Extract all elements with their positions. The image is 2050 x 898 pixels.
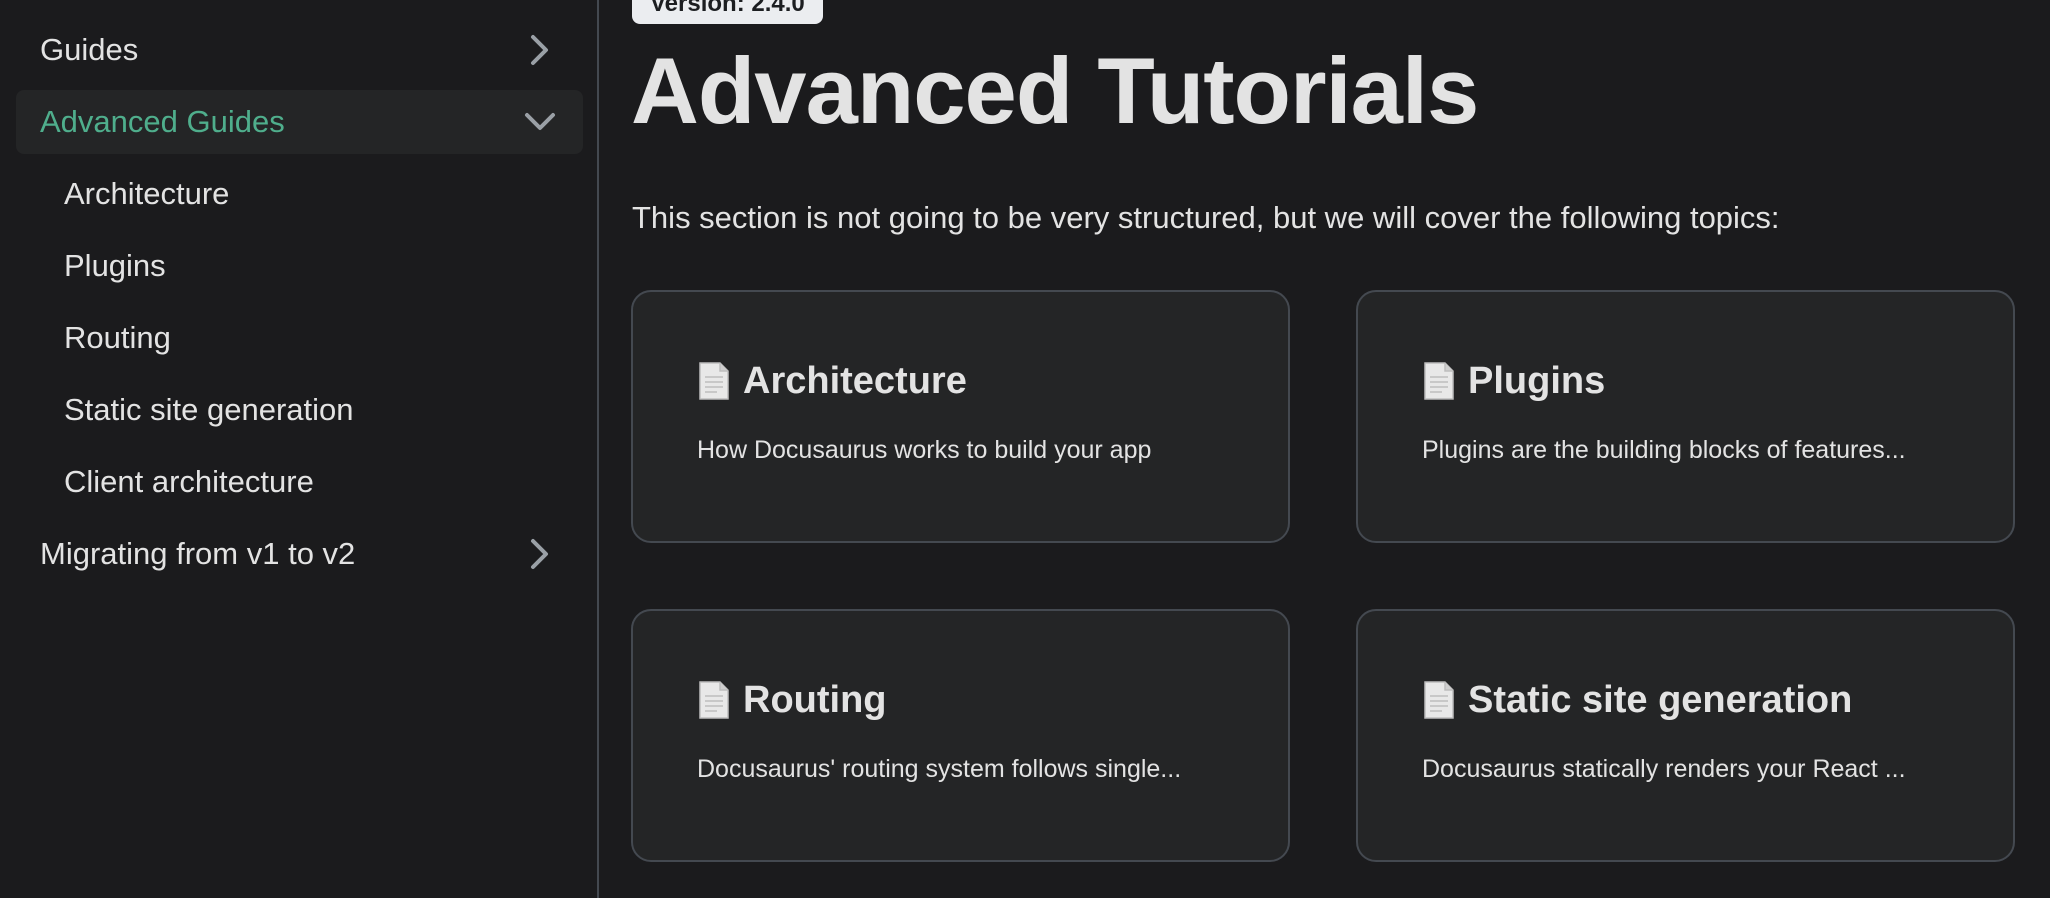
sidebar-item-label: Plugins xyxy=(64,248,166,283)
card-title: Architecture xyxy=(697,356,1288,406)
sidebar-item-label: Architecture xyxy=(64,176,230,211)
card-title: Static site generation xyxy=(1422,675,2013,725)
sidebar-item-label: Routing xyxy=(64,320,171,355)
chevron-right-icon[interactable] xyxy=(523,537,557,571)
sidebar-item-label: Guides xyxy=(40,32,139,67)
sidebar-item-client-architecture[interactable]: Client architecture xyxy=(16,450,583,514)
sidebar-item-guides[interactable]: Guides xyxy=(16,18,583,82)
card-description: Docusaurus statically renders your React… xyxy=(1422,755,1906,783)
sidebar: Guides Advanced Guides Architecture Plug… xyxy=(0,0,599,898)
sidebar-item-migrating[interactable]: Migrating from v1 to v2 xyxy=(16,522,583,586)
sidebar-item-label: Static site generation xyxy=(64,392,354,427)
version-badge: Version: 2.4.0 xyxy=(632,0,823,24)
card-title: Plugins xyxy=(1422,356,2013,406)
document-icon xyxy=(1424,681,1454,719)
card-description: How Docusaurus works to build your app xyxy=(697,436,1152,464)
card-grid: Architecture How Docusaurus works to bui… xyxy=(631,290,2015,862)
card-description: Plugins are the building blocks of featu… xyxy=(1422,436,1906,464)
card-title-text: Plugins xyxy=(1468,359,1606,402)
main-content: Version: 2.4.0 Advanced Tutorials This s… xyxy=(599,0,2050,898)
document-icon xyxy=(699,362,729,400)
sidebar-item-routing[interactable]: Routing xyxy=(16,306,583,370)
card-title-text: Static site generation xyxy=(1468,678,1853,721)
sidebar-item-label: Client architecture xyxy=(64,464,314,499)
card-description: Docusaurus' routing system follows singl… xyxy=(697,755,1182,783)
card-routing[interactable]: Routing Docusaurus' routing system follo… xyxy=(631,609,1290,862)
intro-text: This section is not going to be very str… xyxy=(632,200,1780,235)
sidebar-submenu: Architecture Plugins Routing Static site… xyxy=(0,162,597,514)
chevron-right-icon[interactable] xyxy=(523,33,557,67)
page-title: Advanced Tutorials xyxy=(631,38,1479,143)
card-title-text: Routing xyxy=(743,678,887,721)
card-plugins[interactable]: Plugins Plugins are the building blocks … xyxy=(1356,290,2015,543)
sidebar-item-architecture[interactable]: Architecture xyxy=(16,162,583,226)
sidebar-item-label: Migrating from v1 to v2 xyxy=(40,536,356,571)
card-title-text: Architecture xyxy=(743,359,967,402)
document-icon xyxy=(1424,362,1454,400)
sidebar-item-label: Advanced Guides xyxy=(40,104,285,139)
card-static-site-generation[interactable]: Static site generation Docusaurus static… xyxy=(1356,609,2015,862)
card-title: Routing xyxy=(697,675,1288,725)
sidebar-item-plugins[interactable]: Plugins xyxy=(16,234,583,298)
sidebar-item-static-site-generation[interactable]: Static site generation xyxy=(16,378,583,442)
card-architecture[interactable]: Architecture How Docusaurus works to bui… xyxy=(631,290,1290,543)
sidebar-item-advanced-guides[interactable]: Advanced Guides xyxy=(16,90,583,154)
chevron-down-icon[interactable] xyxy=(523,105,557,139)
document-icon xyxy=(699,681,729,719)
